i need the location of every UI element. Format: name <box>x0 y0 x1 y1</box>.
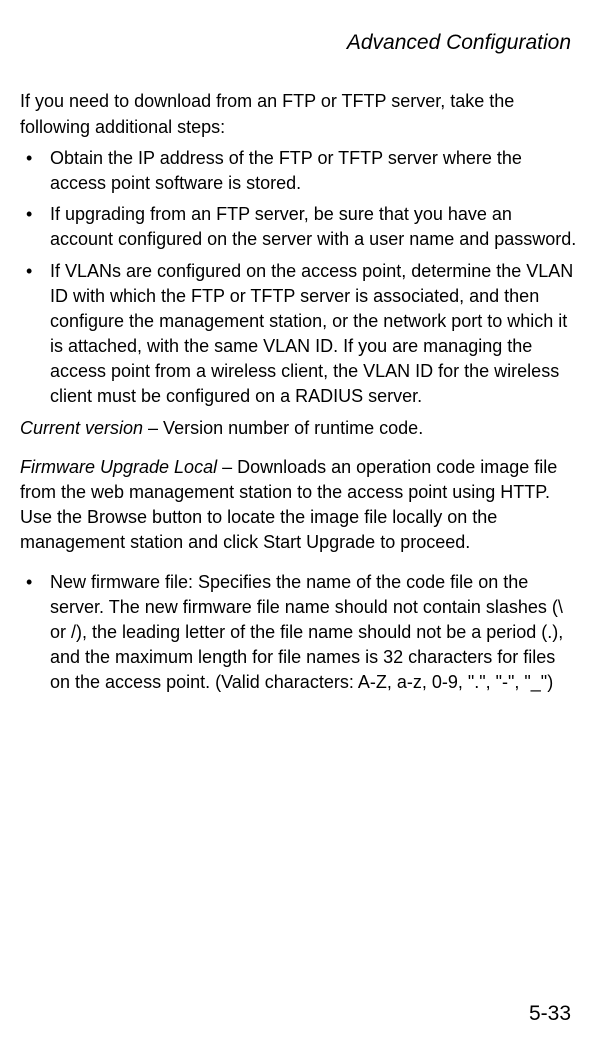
current-version-rest: – Version number of runtime code. <box>143 418 423 438</box>
bullet-icon: • <box>20 259 50 410</box>
firmware-upgrade-lead: Firmware Upgrade Local <box>20 457 217 477</box>
current-version-paragraph: Current version – Version number of runt… <box>20 416 579 441</box>
page-number: 5-33 <box>529 999 571 1028</box>
bullet-text: New firmware file: Specifies the name of… <box>50 570 579 696</box>
firmware-upgrade-paragraph: Firmware Upgrade Local – Downloads an op… <box>20 455 579 556</box>
bullet-text: If upgrading from an FTP server, be sure… <box>50 202 579 252</box>
list-item: • If VLANs are configured on the access … <box>20 259 579 410</box>
list-item: • If upgrading from an FTP server, be su… <box>20 202 579 252</box>
current-version-lead: Current version <box>20 418 143 438</box>
bullet-list-2: • New firmware file: Specifies the name … <box>20 570 579 696</box>
header-title: Advanced Configuration <box>347 31 571 54</box>
list-item: • Obtain the IP address of the FTP or TF… <box>20 146 579 196</box>
bullet-text: Obtain the IP address of the FTP or TFTP… <box>50 146 579 196</box>
bullet-icon: • <box>20 146 50 196</box>
bullet-list-1: • Obtain the IP address of the FTP or TF… <box>20 146 579 410</box>
list-item: • New firmware file: Specifies the name … <box>20 570 579 696</box>
page-header: Advanced Configuration <box>20 28 579 57</box>
bullet-icon: • <box>20 202 50 252</box>
intro-paragraph: If you need to download from an FTP or T… <box>20 89 579 139</box>
bullet-icon: • <box>20 570 50 696</box>
bullet-text: If VLANs are configured on the access po… <box>50 259 579 410</box>
